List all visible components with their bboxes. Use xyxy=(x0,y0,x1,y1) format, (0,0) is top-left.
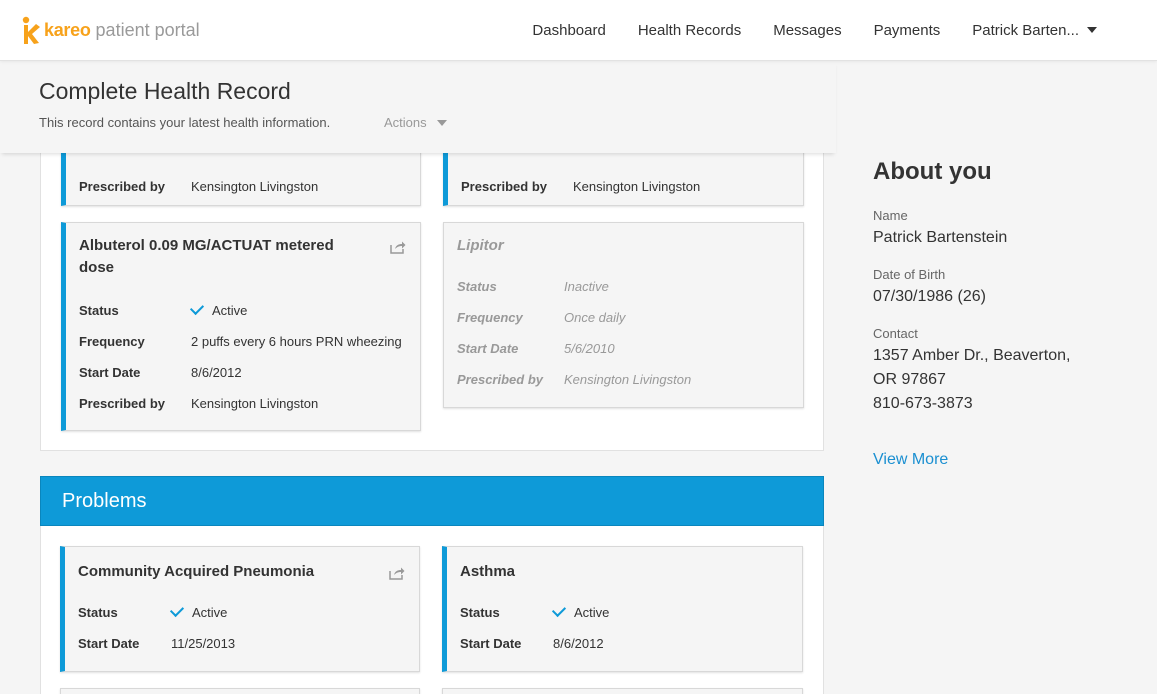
main-nav: Dashboard Health Records Messages Paymen… xyxy=(500,0,1097,60)
check-icon xyxy=(169,602,185,618)
brand-name: kareo xyxy=(44,19,91,40)
problems-title: Problems xyxy=(62,490,147,512)
prescribed-by-row: Prescribed by Kensington Livingston xyxy=(79,396,318,411)
frequency-label: Frequency xyxy=(79,334,145,349)
user-name: Patrick Barten... xyxy=(972,21,1079,39)
prescribed-by-label: Prescribed by xyxy=(457,372,543,387)
page-subtitle: This record contains your latest health … xyxy=(39,115,331,130)
prescribed-by-row: Prescribed by Kensington Livingston xyxy=(457,372,691,387)
status-row: Status Active xyxy=(460,602,609,620)
frequency-value: Once daily xyxy=(564,310,626,325)
top-navbar: kareo patient portal Dashboard Health Re… xyxy=(0,0,1157,61)
problem-card-partial xyxy=(60,688,420,694)
prescribed-by-label: Prescribed by xyxy=(79,396,165,411)
check-icon xyxy=(189,300,205,316)
frequency-value: 2 puffs every 6 hours PRN wheezing xyxy=(191,334,402,349)
kareo-person-icon xyxy=(22,16,40,44)
start-date-value: 5/6/2010 xyxy=(564,341,615,356)
prescribed-by-row: Prescribed by Kensington Livingston xyxy=(79,179,318,194)
status-row: Status Inactive xyxy=(457,279,609,294)
problem-card-partial xyxy=(442,688,803,694)
about-you-panel: About you Name Patrick Bartenstein Date … xyxy=(873,158,1133,468)
page-title: Complete Health Record xyxy=(39,78,291,104)
user-menu[interactable]: Patrick Barten... xyxy=(972,22,1097,39)
status-label: Status xyxy=(460,605,500,620)
start-date-value: 8/6/2012 xyxy=(553,636,604,651)
about-title: About you xyxy=(873,158,992,185)
status-row: Status Active xyxy=(78,602,227,620)
caret-down-icon xyxy=(1087,27,1097,33)
nav-dashboard[interactable]: Dashboard xyxy=(532,22,605,39)
check-icon xyxy=(551,602,567,618)
start-date-row: Start Date 11/25/2013 xyxy=(78,636,235,651)
nav-health-records[interactable]: Health Records xyxy=(638,22,741,39)
problems-header: Problems xyxy=(40,476,824,526)
status-row: Status Active xyxy=(79,300,247,318)
prescribed-by-label: Prescribed by xyxy=(461,179,547,194)
problem-card: Community Acquired Pneumonia Status Acti… xyxy=(60,546,420,672)
medication-title: Albuterol 0.09 MG/ACTUAT metered dose xyxy=(79,237,334,276)
medication-card-albuterol: Albuterol 0.09 MG/ACTUAT metered dose St… xyxy=(61,222,421,431)
caret-down-icon xyxy=(436,119,447,126)
start-date-row: Start Date 5/6/2010 xyxy=(457,341,615,356)
address-line2: OR 97867 xyxy=(873,371,946,388)
actions-dropdown[interactable]: Actions xyxy=(384,115,447,130)
kareo-logo[interactable]: kareo patient portal xyxy=(20,14,200,46)
frequency-label: Frequency xyxy=(457,310,523,325)
medication-title: Lipitor xyxy=(457,237,504,254)
status-value: Active xyxy=(189,300,247,318)
name-label: Name xyxy=(873,208,908,223)
share-icon[interactable] xyxy=(390,240,406,254)
address-line1: 1357 Amber Dr., Beaverton, xyxy=(873,347,1071,364)
start-date-label: Start Date xyxy=(457,341,519,356)
frequency-row: Frequency 2 puffs every 6 hours PRN whee… xyxy=(79,334,402,349)
status-value: Active xyxy=(551,602,609,620)
start-date-value: 8/6/2012 xyxy=(191,365,242,380)
dob-label: Date of Birth xyxy=(873,267,946,282)
frequency-row: Frequency Once daily xyxy=(457,310,625,325)
status-label: Status xyxy=(78,605,118,620)
prescribed-by-value: Kensington Livingston xyxy=(573,179,701,194)
status-value: Inactive xyxy=(564,279,609,294)
start-date-row: Start Date 8/6/2012 xyxy=(460,636,604,651)
contact-label: Contact xyxy=(873,326,918,341)
start-date-label: Start Date xyxy=(79,365,141,380)
brand-suffix: patient portal xyxy=(95,19,200,40)
start-date-value: 11/25/2013 xyxy=(171,636,236,651)
share-icon[interactable] xyxy=(389,566,405,580)
start-date-label: Start Date xyxy=(78,636,140,651)
phone-value: 810-673-3873 xyxy=(873,395,973,412)
prescribed-by-row: Prescribed by Kensington Livingston xyxy=(461,179,700,194)
prescribed-by-label: Prescribed by xyxy=(79,179,165,194)
nav-payments[interactable]: Payments xyxy=(874,22,941,39)
medications-section: Prescribed by Kensington Livingston Pres… xyxy=(40,120,824,451)
prescribed-by-value: Kensington Livingston xyxy=(191,396,319,411)
actions-label: Actions xyxy=(384,115,427,130)
status-label: Status xyxy=(79,303,119,318)
start-date-row: Start Date 8/6/2012 xyxy=(79,365,242,380)
view-more-link[interactable]: View More xyxy=(873,451,948,469)
name-value: Patrick Bartenstein xyxy=(873,229,1008,246)
prescribed-by-value: Kensington Livingston xyxy=(191,179,319,194)
start-date-label: Start Date xyxy=(460,636,522,651)
problem-title: Asthma xyxy=(460,563,516,580)
problem-card: Asthma Status Active Start Date 8/6/2012 xyxy=(442,546,803,672)
medication-card-lipitor: Lipitor Status Inactive Frequency Once d… xyxy=(443,222,804,408)
dob-value: 07/30/1986 (26) xyxy=(873,288,986,305)
problem-title: Community Acquired Pneumonia xyxy=(78,563,315,580)
nav-messages[interactable]: Messages xyxy=(773,22,841,39)
prescribed-by-value: Kensington Livingston xyxy=(564,372,692,387)
status-value: Active xyxy=(169,602,227,620)
status-label: Status xyxy=(457,279,497,294)
page-header: Complete Health Record This record conta… xyxy=(0,61,836,153)
